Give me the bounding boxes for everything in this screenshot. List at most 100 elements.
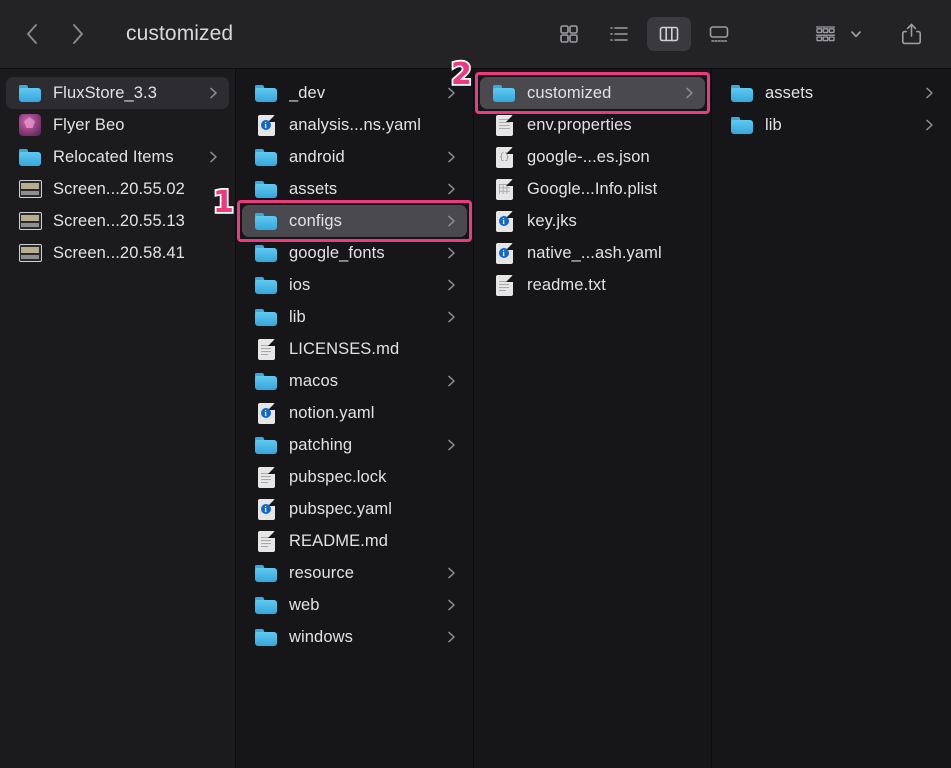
item-label: README.md [289,531,388,550]
column-configs[interactable]: customized env.properties {} google-...es.j… [474,69,712,768]
col1-item-lib[interactable]: lib [242,301,467,333]
finder-window: customized FluxStore_3.3 Flyer Beo Reloc… [0,0,951,768]
folder-icon [492,81,516,105]
sidebar-item-screen-20-55-02[interactable]: Screen...20.55.02 [6,173,229,205]
item-label: lib [289,307,306,326]
col3-item-assets[interactable]: assets [718,77,945,109]
folder-icon [254,145,278,169]
disclosure-chevron-icon[interactable] [676,86,695,100]
sidebar-item-relocated-items[interactable]: Relocated Items [6,141,229,173]
col1-item-readme-md[interactable]: README.md [242,525,467,557]
col1-item-resource[interactable]: resource [242,557,467,589]
disclosure-chevron-icon[interactable] [438,150,457,164]
col1-item-windows[interactable]: windows [242,621,467,653]
navigation-buttons [22,21,88,47]
text-file-icon [492,273,516,297]
col1-item-pubspec-yaml[interactable]: i pubspec.yaml [242,493,467,525]
col1-item-analysis-ns-yaml[interactable]: i analysis...ns.yaml [242,109,467,141]
item-label: Google...Info.plist [527,179,658,198]
item-label: windows [289,627,353,646]
col2-item-customized[interactable]: customized [480,77,705,109]
col1-item-google-fonts[interactable]: google_fonts [242,237,467,269]
item-label: lib [765,115,782,134]
disclosure-chevron-icon[interactable] [438,374,457,388]
group-by-icon[interactable] [803,17,847,51]
item-label: configs [289,211,342,230]
col1-item-ios[interactable]: ios [242,269,467,301]
col1-item-web[interactable]: web [242,589,467,621]
col1-item-android[interactable]: android [242,141,467,173]
item-label: Screen...20.55.13 [53,211,185,230]
disclosure-chevron-icon[interactable] [916,118,935,132]
disclosure-chevron-icon[interactable] [438,310,457,324]
disclosure-chevron-icon[interactable] [438,630,457,644]
item-label: macos [289,371,339,390]
column-view-icon[interactable] [647,17,691,51]
group-by-button[interactable] [803,17,863,51]
item-label: pubspec.yaml [289,499,393,518]
disclosure-chevron-icon[interactable] [200,150,219,164]
col2-item-readme-txt[interactable]: readme.txt [480,269,705,301]
col3-item-lib[interactable]: lib [718,109,945,141]
sidebar-item-screen-20-58-41[interactable]: Screen...20.58.41 [6,237,229,269]
yaml-file-icon: i [254,113,278,137]
folder-icon [254,625,278,649]
disclosure-chevron-icon[interactable] [438,278,457,292]
col1-item-macos[interactable]: macos [242,365,467,397]
text-file-icon [254,337,278,361]
yaml-file-icon: i [492,241,516,265]
col2-item-native-ash-yaml[interactable]: i native_...ash.yaml [480,237,705,269]
item-label: google-...es.json [527,147,650,166]
disclosure-chevron-icon[interactable] [438,214,457,228]
grid-view-icon[interactable] [547,17,591,51]
disclosure-chevron-icon[interactable] [438,246,457,260]
col1-item-configs[interactable]: configs [242,205,467,237]
disclosure-chevron-icon[interactable] [200,86,219,100]
col1-item-notion-yaml[interactable]: i notion.yaml [242,397,467,429]
screenshot-icon [18,209,42,233]
list-view-icon[interactable] [597,17,641,51]
disclosure-chevron-icon[interactable] [438,598,457,612]
folder-icon [254,433,278,457]
col1-item-pubspec-lock[interactable]: pubspec.lock [242,461,467,493]
folder-icon [18,81,42,105]
gallery-view-icon[interactable] [697,17,741,51]
chevron-right-icon[interactable] [68,21,88,47]
disclosure-chevron-icon[interactable] [438,182,457,196]
item-label: Screen...20.58.41 [53,243,185,262]
col1-item-assets[interactable]: assets [242,173,467,205]
folder-icon [254,273,278,297]
col1-item-patching[interactable]: patching [242,429,467,461]
col2-item-key-jks[interactable]: i key.jks [480,205,705,237]
json-file-icon: {} [492,145,516,169]
folder-icon [254,369,278,393]
col2-item-google-info-plist[interactable]: Google...Info.plist [480,173,705,205]
item-label: LICENSES.md [289,339,400,358]
chevron-left-icon[interactable] [22,21,42,47]
chevron-down-icon[interactable] [849,27,863,41]
item-label: pubspec.lock [289,467,387,486]
disclosure-chevron-icon[interactable] [916,86,935,100]
sidebar-item-screen-20-55-13[interactable]: Screen...20.55.13 [6,205,229,237]
col1-item-dev[interactable]: _dev [242,77,467,109]
yaml-file-icon: i [492,209,516,233]
column-customized[interactable]: assets lib [712,69,951,768]
annotation-badge-1: 1 [211,185,235,220]
folder-icon [254,305,278,329]
sidebar-item-fluxstore-3-3[interactable]: FluxStore_3.3 [6,77,229,109]
folder-icon [730,113,754,137]
annotation-badge-2: 2 [449,57,473,92]
folder-icon [254,209,278,233]
share-icon[interactable] [889,17,933,51]
finder-body: FluxStore_3.3 Flyer Beo Relocated Items Scr… [0,69,951,768]
col1-item-licenses-md[interactable]: LICENSES.md [242,333,467,365]
disclosure-chevron-icon[interactable] [438,566,457,580]
sidebar-item-flyer-beo[interactable]: Flyer Beo [6,109,229,141]
col2-item-env-properties[interactable]: env.properties [480,109,705,141]
disclosure-chevron-icon[interactable] [438,438,457,452]
item-label: readme.txt [527,275,606,294]
col2-item-google-es-json[interactable]: {} google-...es.json [480,141,705,173]
toolbar-right-group [547,17,933,51]
column-fluxstore[interactable]: _dev i analysis...ns.yaml android assets conf… [236,69,474,768]
item-label: assets [765,83,814,102]
